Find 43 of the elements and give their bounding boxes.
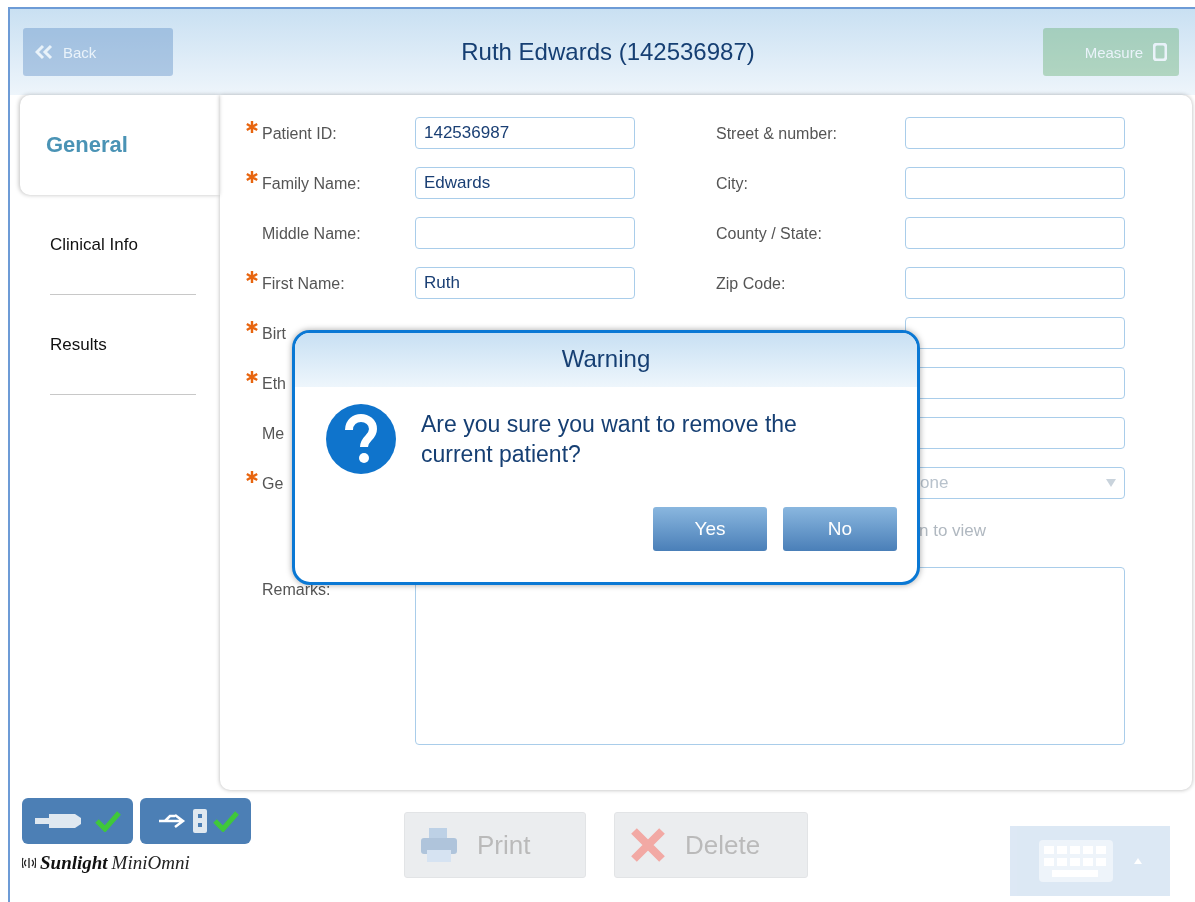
dialog-button[interactable]: Yes [653,507,767,551]
device-status-button[interactable] [140,798,251,844]
field-label: County / State: [716,224,823,243]
field-label: Street & number: [716,124,838,143]
device-status-button[interactable] [22,798,133,844]
tab[interactable]: Results [50,295,196,395]
field-label: Patient ID: [262,124,338,143]
dropdown-arrow-icon [1106,479,1116,487]
input-field[interactable]: Edwards [415,167,635,199]
keyboard-icon [1038,839,1114,883]
dialog-button[interactable]: No [783,507,897,551]
caret-icon [1134,858,1142,864]
product-name: MiniOmni [111,852,190,874]
input-field[interactable] [905,167,1125,199]
field-label: Ge [262,474,285,493]
field-label: City: [716,174,749,193]
patient-title: Ruth Edwards (142536987) [461,38,755,66]
field-label: Middle Name: [262,224,362,243]
input-field[interactable]: Ruth [415,267,635,299]
dialog-message: Are you sure you want to remove the current patient? [421,410,798,469]
input-field[interactable] [905,217,1125,249]
brand-name: Sunlight [40,852,108,874]
input-field[interactable] [905,267,1125,299]
field-label: Zip Code: [716,274,787,293]
dialog-title: Warning [295,333,917,387]
tab[interactable]: General [20,95,220,195]
input-field[interactable] [905,117,1125,149]
tab[interactable]: Clinical Info [50,195,196,295]
input-field[interactable] [415,217,635,249]
printer-icon [419,826,459,864]
sound-wave-icon [22,857,36,869]
hint-text: n to view [918,520,988,541]
bracket-icon [1153,43,1167,61]
remarks-label: Remarks: [262,580,332,599]
field-label: Me [262,424,286,443]
cross-icon [629,826,667,864]
field-label: First Name: [262,274,346,293]
question-icon [325,403,397,475]
field-label: Birt [262,324,287,343]
field-label: Eth [262,374,287,393]
input-field[interactable]: 142536987 [415,117,635,149]
field-label: Family Name: [262,174,362,193]
double-chevron-icon [35,44,53,60]
